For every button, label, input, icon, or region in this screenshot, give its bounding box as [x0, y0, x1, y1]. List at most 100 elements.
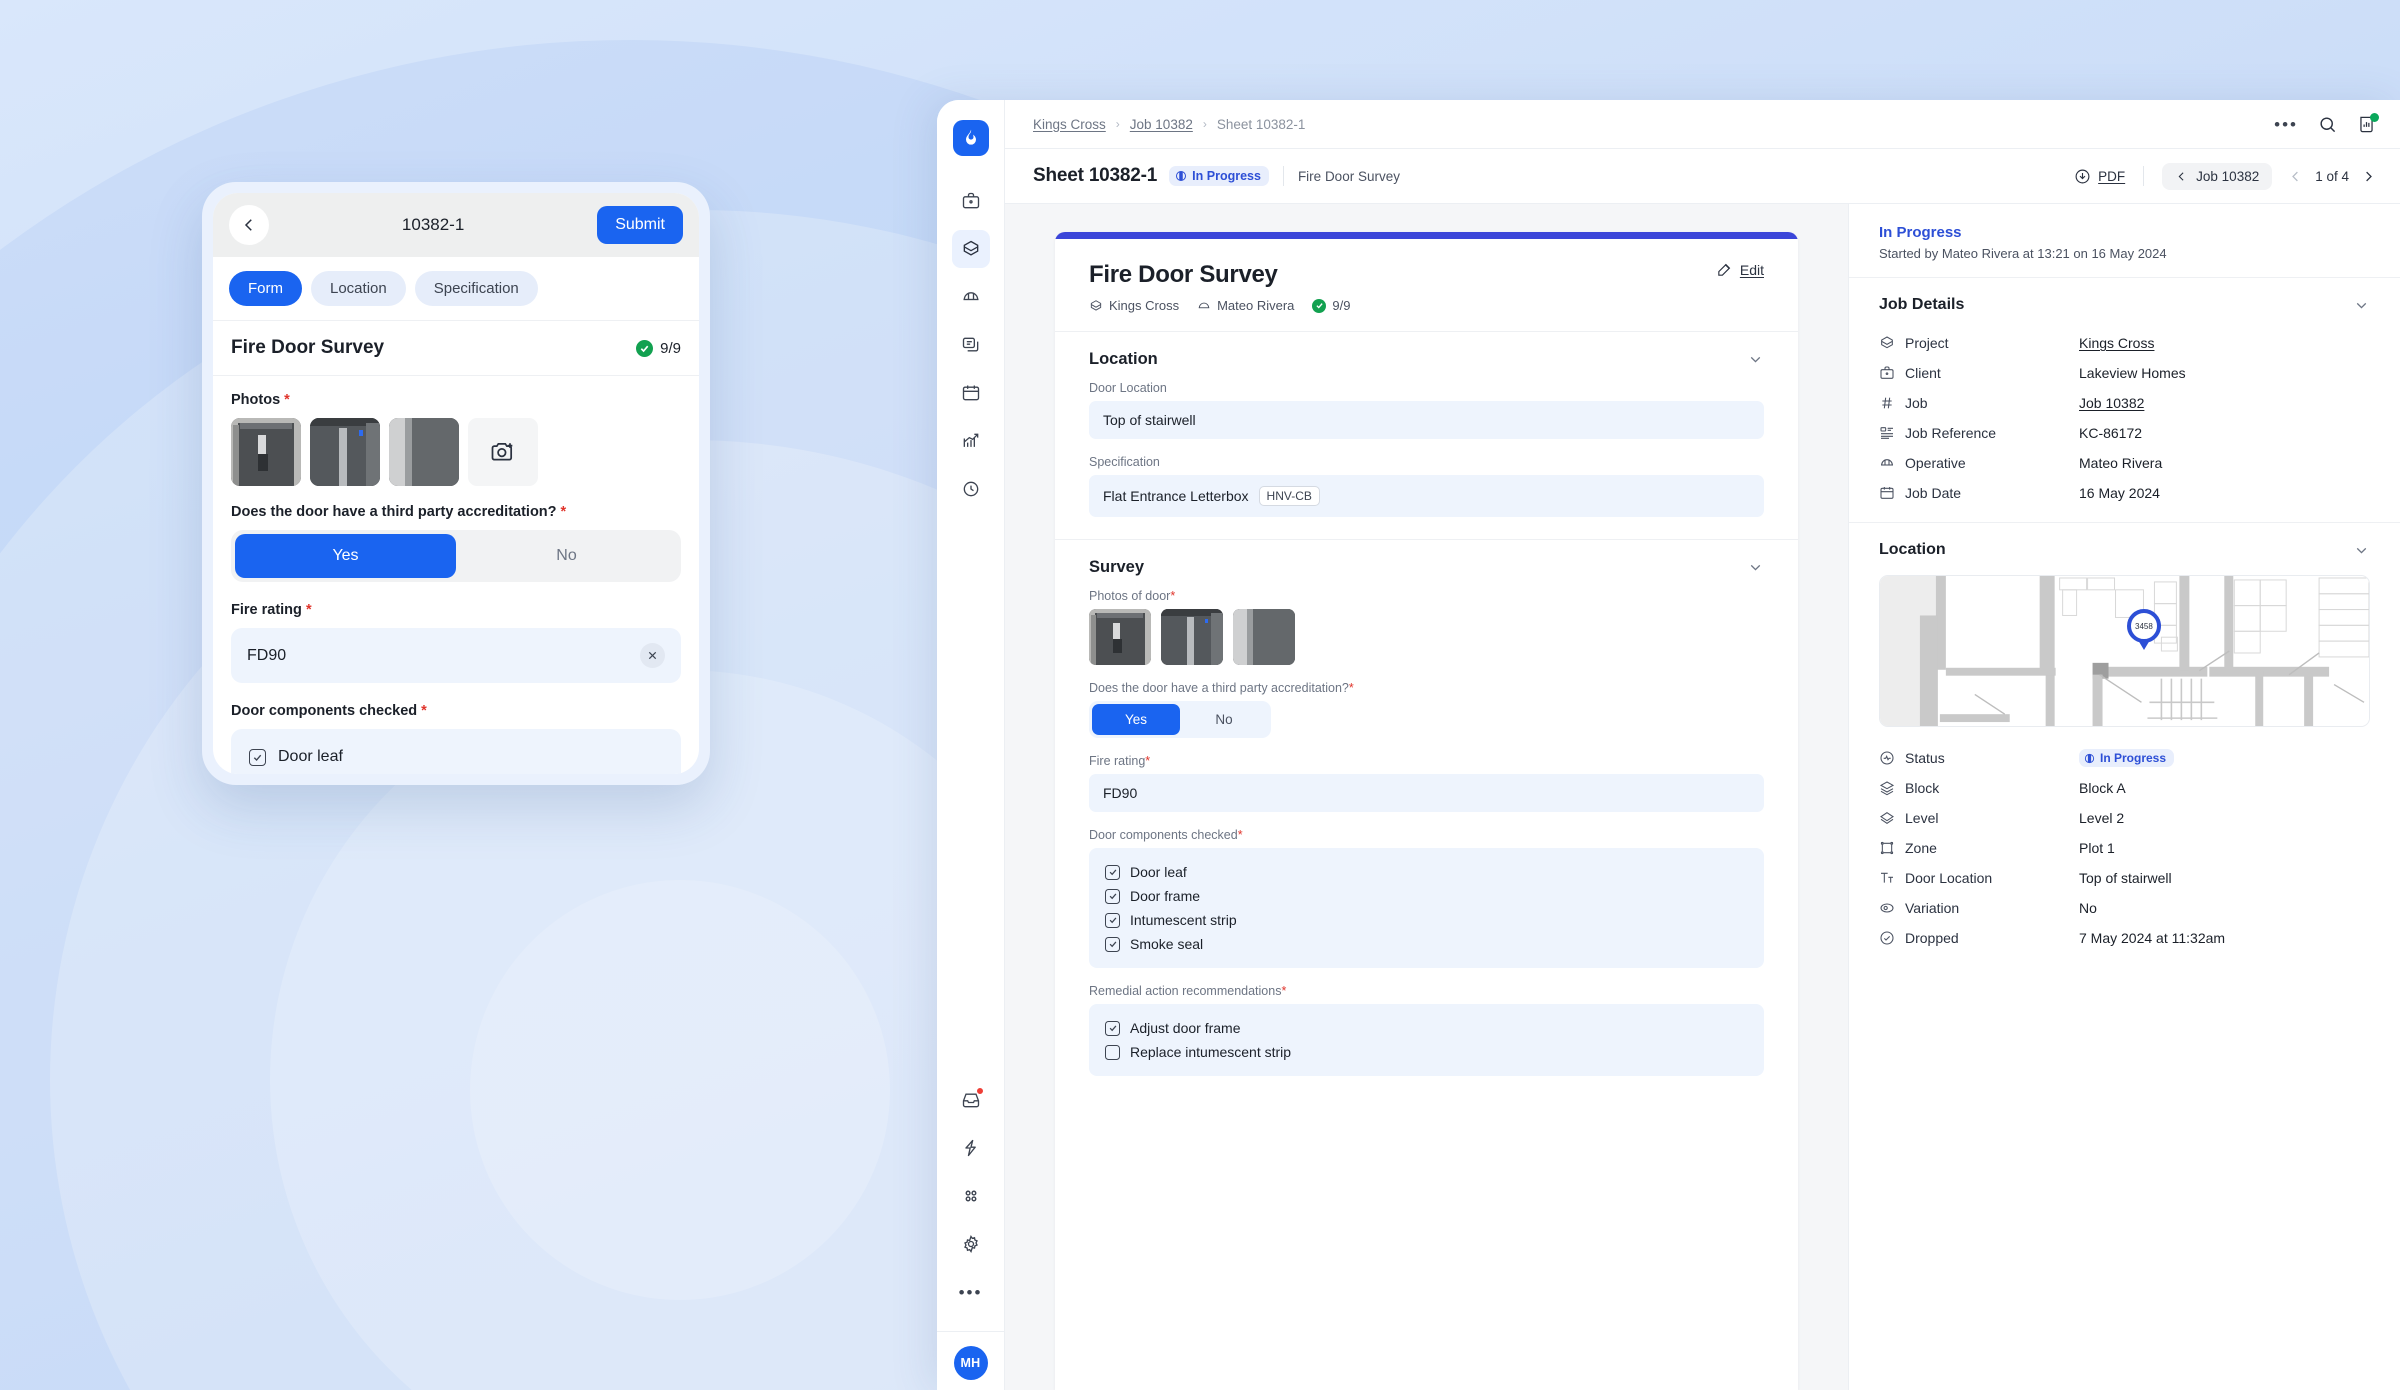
required-marker: *	[1145, 754, 1151, 768]
field-value[interactable]: Top of stairwell	[1089, 401, 1764, 439]
segmented-option-no[interactable]: No	[1180, 704, 1268, 735]
detail-key: Block	[1879, 780, 2079, 796]
status-subtitle: Started by Mateo Rivera at 13:21 on 16 M…	[1879, 246, 2167, 261]
close-icon[interactable]	[640, 643, 665, 668]
field-value[interactable]: FD90	[1089, 774, 1764, 812]
tab-form[interactable]: Form	[229, 271, 302, 306]
checklist-item-label: Smoke seal	[1130, 936, 1204, 952]
breadcrumb-item-job[interactable]: Job 10382	[1130, 117, 1193, 132]
detail-value[interactable]: Job 10382	[2079, 395, 2144, 411]
section-title: Location	[1879, 541, 1946, 558]
sidebar-item-more[interactable]: •••	[952, 1273, 990, 1311]
field-remedial-action-recommendations: Remedial action recommendations* Adjust …	[1089, 984, 1764, 1076]
sidebar-item-timesheets[interactable]	[952, 470, 990, 508]
left-icon-rail: ••• MH	[937, 100, 1005, 1390]
checklist: Adjust door frame Replace intumescent st…	[1089, 1004, 1764, 1076]
photo-thumbnail[interactable]	[389, 418, 459, 486]
detail-key: Job	[1879, 395, 2079, 411]
meta-completion: 9/9	[1312, 298, 1350, 313]
checklist-item[interactable]: Door leaf	[249, 741, 663, 773]
section-header[interactable]: Location	[1089, 350, 1764, 381]
reports-icon[interactable]	[2357, 112, 2379, 134]
checklist-item[interactable]: Intumescent strip	[1105, 908, 1748, 932]
main-scroll-area[interactable]: Fire Door Survey Edit Kings Cross Mateo …	[1005, 204, 1848, 1390]
sidebar-item-reports[interactable]	[952, 422, 990, 460]
field-label: Fire rating*	[1089, 754, 1151, 768]
detail-value[interactable]: Kings Cross	[2079, 335, 2154, 351]
checklist-item[interactable]: Door frame	[1105, 884, 1748, 908]
sidebar-item-jobs[interactable]	[952, 182, 990, 220]
add-photo-button[interactable]	[468, 418, 538, 486]
chevron-down-icon[interactable]	[2353, 542, 2370, 559]
flame-logo-icon[interactable]	[952, 120, 989, 156]
location-pin[interactable]: 3458	[2126, 609, 2161, 643]
field-specification: Specification Flat Entrance Letterbox HN…	[1089, 455, 1764, 517]
fire-rating-input[interactable]: FD90	[231, 628, 681, 683]
field-label: Door components checked*	[1089, 828, 1243, 842]
detail-value: 7 May 2024 at 11:32am	[2079, 930, 2226, 946]
sidebar-item-schedule[interactable]	[952, 374, 990, 412]
field-label: Door components checked *	[231, 703, 427, 719]
more-dots-icon[interactable]: •••	[2274, 116, 2298, 133]
chevron-left-icon[interactable]	[2288, 169, 2303, 184]
job-back-chip[interactable]: Job 10382	[2162, 162, 2273, 190]
back-button[interactable]	[229, 205, 269, 245]
submit-button[interactable]: Submit	[597, 206, 683, 244]
photo-thumbnail[interactable]	[1233, 609, 1295, 665]
chevron-down-icon[interactable]	[1747, 559, 1764, 576]
photo-thumbnail[interactable]	[310, 418, 380, 486]
segmented-option-yes[interactable]: Yes	[1092, 704, 1180, 735]
chevron-down-icon[interactable]	[1747, 351, 1764, 368]
search-icon[interactable]	[2318, 115, 2337, 134]
segmented-option-no[interactable]: No	[456, 534, 677, 578]
detail-key: Door Location	[1879, 870, 2079, 886]
phone-header: 10382-1 Submit	[213, 193, 699, 257]
breadcrumb-item-sheet: Sheet 10382-1	[1216, 116, 1306, 132]
status-summary: In Progress Started by Mateo Rivera at 1…	[1849, 204, 2400, 278]
checklist-item[interactable]: Replace intumescent strip	[1105, 1040, 1748, 1064]
sidebar-item-apps[interactable]	[952, 1177, 990, 1215]
phone-completion-label: 9/9	[660, 339, 681, 357]
checkbox-checked-icon	[1105, 864, 1120, 880]
sidebar-item-operatives[interactable]	[952, 278, 990, 316]
sheet-toolbar-actions: PDF Job 10382 1 of 4	[2074, 162, 2376, 190]
required-marker: *	[1281, 984, 1287, 998]
job-details-header[interactable]: Job Details	[1849, 278, 2400, 328]
photo-thumbnail[interactable]	[1089, 609, 1151, 665]
checklist-item[interactable]: Adjust door frame	[1105, 1016, 1748, 1040]
sidebar-item-automations[interactable]	[952, 1129, 990, 1167]
segmented-option-yes[interactable]: Yes	[235, 534, 456, 578]
checklist: Door leaf Door frame Intumescent strip S…	[1089, 848, 1764, 968]
pdf-download-button[interactable]: PDF	[2074, 168, 2125, 185]
checklist-item[interactable]: Smoke seal	[1105, 932, 1748, 956]
specification-text: Flat Entrance Letterbox	[1103, 488, 1249, 504]
checklist-item[interactable]: Door frame	[249, 773, 663, 774]
sidebar-item-projects[interactable]	[951, 230, 990, 268]
form-name: Fire Door Survey	[1297, 168, 1400, 184]
floor-plan-thumbnail[interactable]: 3458	[1879, 575, 2370, 727]
field-value[interactable]: Flat Entrance Letterbox HNV-CB	[1089, 475, 1764, 517]
section-header[interactable]: Survey	[1089, 558, 1764, 589]
breadcrumb-separator: ›	[1115, 117, 1120, 131]
photo-thumbnail[interactable]	[1161, 609, 1223, 665]
sidebar-item-sheets[interactable]	[952, 326, 990, 364]
field-label: Remedial action recommendations*	[1089, 984, 1287, 998]
checklist-item[interactable]: Door leaf	[1105, 860, 1748, 884]
tab-specification[interactable]: Specification	[414, 271, 538, 306]
detail-value: Mateo Rivera	[2079, 455, 2163, 471]
status-badge-label: In Progress	[2100, 751, 2167, 765]
sidebar-item-settings[interactable]	[952, 1225, 990, 1263]
edit-button[interactable]: Edit	[1716, 261, 1764, 278]
detail-row-variation: Variation No	[1879, 893, 2370, 923]
avatar[interactable]: MH	[953, 1346, 988, 1380]
detail-row-job: Job Job 10382	[1879, 388, 2370, 418]
chevron-down-icon[interactable]	[2353, 297, 2370, 314]
chevron-right-icon[interactable]	[2361, 169, 2376, 184]
app-content-column: Kings Cross › Job 10382 › Sheet 10382-1 …	[1005, 100, 2400, 1390]
breadcrumb-item-project[interactable]: Kings Cross	[1033, 117, 1106, 132]
tab-location[interactable]: Location	[311, 271, 406, 306]
photo-thumbnail[interactable]	[231, 418, 301, 486]
breadcrumb: Kings Cross › Job 10382 › Sheet 10382-1	[1033, 117, 1305, 132]
location-header[interactable]: Location	[1849, 523, 2400, 573]
sidebar-item-inbox[interactable]	[952, 1081, 990, 1119]
